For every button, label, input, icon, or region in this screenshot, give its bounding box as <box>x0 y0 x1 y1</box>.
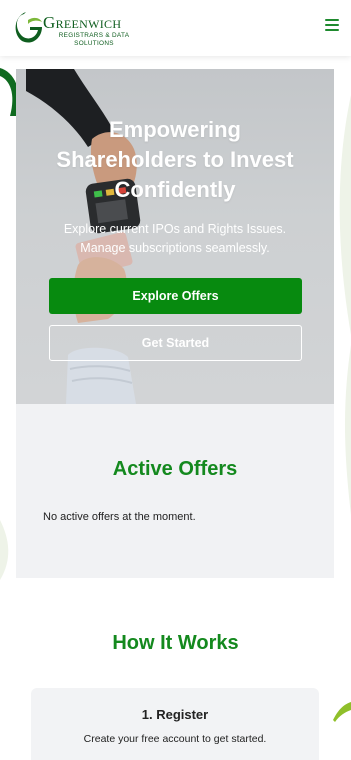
background-swoosh-bottom-right <box>333 702 351 722</box>
menu-bar <box>325 29 339 31</box>
logo-tagline-line: SOLUTIONS <box>74 39 114 47</box>
logo-wordmark: Greenwich <box>43 13 122 32</box>
company-logo[interactable]: Greenwich REGISTRARS & DATA SOLUTIONS <box>14 8 154 48</box>
menu-bar <box>325 19 339 21</box>
step-title: 1. Register <box>141 707 209 722</box>
hamburger-menu-icon[interactable] <box>325 19 339 33</box>
step-description: Create your free account to get started. <box>83 733 267 745</box>
hero-subtitle-line: Explore current IPOs and Rights Issues. <box>63 222 287 236</box>
hero-title: Empowering Shareholders to Invest Confid… <box>16 115 334 205</box>
logo-tagline: REGISTRARS & DATA SOLUTIONS <box>48 32 140 47</box>
no-offers-message: No active offers at the moment. <box>43 511 196 523</box>
step-card: 1. Register Create your free account to … <box>31 688 319 760</box>
hero-subtitle: Explore current IPOs and Rights Issues. … <box>16 220 334 258</box>
hero-title-line: Empowering <box>108 117 241 142</box>
active-offers-section: Active Offers No active offers at the mo… <box>16 404 334 578</box>
hero-title-line: Shareholders to Invest <box>56 147 294 172</box>
explore-offers-button[interactable]: Explore Offers <box>49 278 302 314</box>
logo-mark-icon <box>15 12 42 43</box>
active-offers-title: Active Offers <box>112 458 238 480</box>
hero-subtitle-line: Manage subscriptions seamlessly. <box>80 241 270 255</box>
hero-title-line: Confidently <box>114 177 236 202</box>
how-it-works-title: How It Works <box>112 632 239 654</box>
logo-tagline-line: REGISTRARS & DATA <box>58 32 130 39</box>
site-header: Greenwich REGISTRARS & DATA SOLUTIONS <box>0 0 351 56</box>
menu-bar <box>325 24 339 26</box>
get-started-button[interactable]: Get Started <box>49 325 302 361</box>
hero-section: Empowering Shareholders to Invest Confid… <box>16 69 334 404</box>
